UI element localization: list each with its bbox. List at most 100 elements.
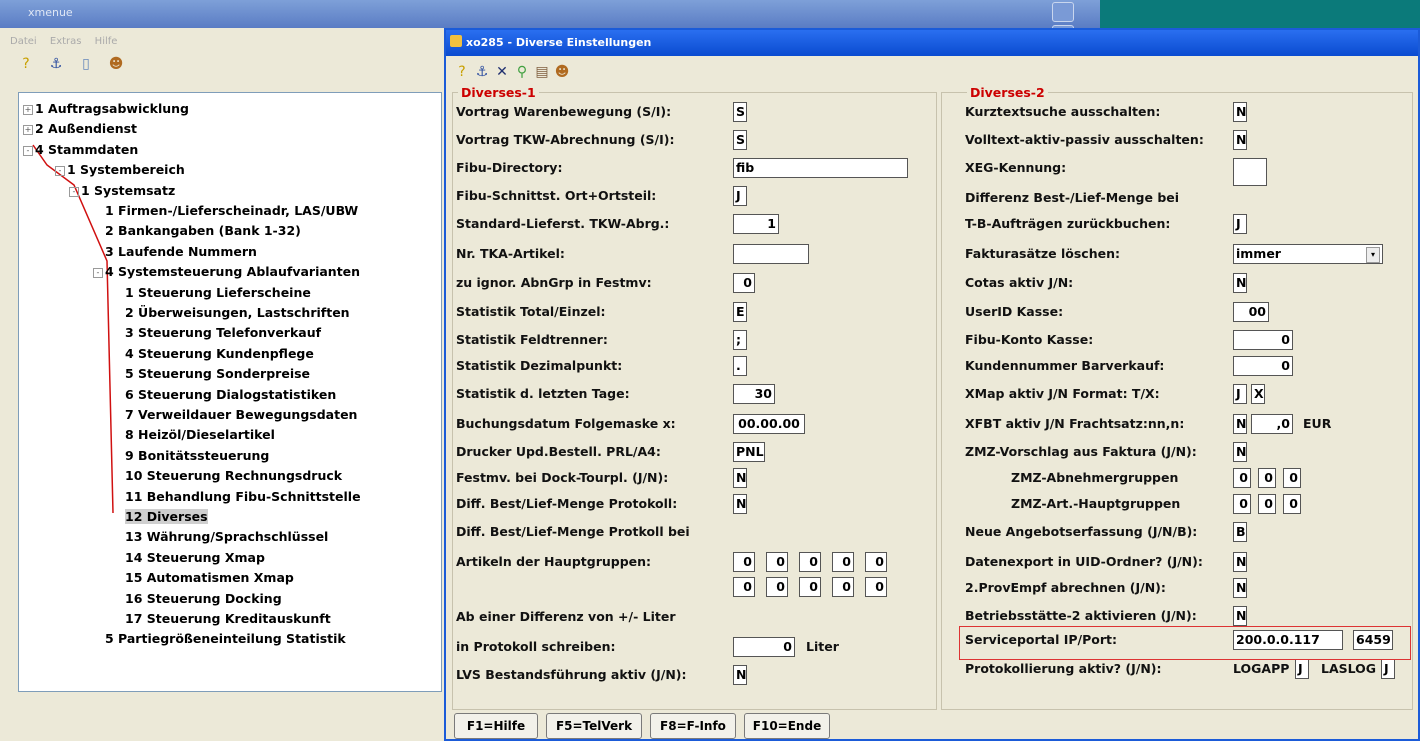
hauptgruppe-field[interactable]: 0 [766,552,788,572]
tree-item[interactable]: 2 Außendienst [35,121,137,136]
group1-field[interactable]: fib [733,158,908,178]
help-icon[interactable]: ? [18,56,34,72]
tree-item[interactable]: 14 Steuerung Xmap [125,550,265,565]
hauptgruppe-field[interactable]: 0 [799,552,821,572]
anchor-icon[interactable]: ⚓ [48,56,64,72]
group1-field[interactable]: S [733,102,747,122]
hauptgruppe-field[interactable]: 0 [733,552,755,572]
zmz-field[interactable]: 0 [1233,468,1251,488]
tree-item[interactable]: 10 Steuerung Rechnungsdruck [125,468,342,483]
group2-field[interactable]: N [1233,102,1247,122]
group1-field[interactable]: PNL [733,442,765,462]
tree-item[interactable]: 2 Bankangaben (Bank 1-32) [105,223,301,238]
tree-item[interactable]: 7 Verweildauer Bewegungsdaten [125,407,357,422]
menu-help[interactable]: Hilfe [95,36,118,47]
hauptgruppe-field[interactable]: 0 [832,552,854,572]
group2-field[interactable]: N [1233,606,1247,626]
menu-file[interactable]: Datei [10,36,37,47]
group2-field[interactable]: 00 [1233,302,1269,322]
tree-item[interactable]: 5 Partiegrößeneinteilung Statistik [105,631,346,646]
group2-field[interactable]: 0 [1233,330,1293,350]
group2-field[interactable]: N [1233,442,1247,462]
group1-field[interactable] [733,244,809,264]
tree-item[interactable]: 4 Systemsteuerung Ablaufvarianten [105,264,360,279]
help-button[interactable]: F1=Hilfe [454,713,538,739]
tree-item[interactable]: 1 Firmen-/Lieferscheinadr, LAS/UBW [105,203,358,218]
logapp-field[interactable]: J [1295,659,1309,679]
tree-item[interactable]: 1 Systembereich [67,162,185,177]
tree-toggle-icon[interactable]: - [69,186,79,197]
tree-item[interactable]: 8 Heizöl/Dieselartikel [125,427,275,442]
tree-item[interactable]: 6 Steuerung Dialogstatistiken [125,387,336,402]
zmz-field[interactable]: 0 [1258,468,1276,488]
group1-field[interactable]: 30 [733,384,775,404]
group1-field[interactable]: J [733,186,747,206]
telverk-button[interactable]: F5=TelVerk [546,713,642,739]
group1-field[interactable]: S [733,130,747,150]
document-icon[interactable]: ▯ [78,56,94,72]
end-button[interactable]: F10=Ende [744,713,830,739]
people-icon[interactable]: ☻ [554,64,570,80]
tree-item[interactable]: 3 Laufende Nummern [105,244,257,259]
finfo-button[interactable]: F8=F-Info [650,713,736,739]
tree-item[interactable]: 5 Steuerung Sonderpreise [125,366,310,381]
tree-item[interactable]: 4 Stammdaten [35,142,138,157]
group1-field[interactable]: E [733,302,747,322]
tree-item[interactable]: 13 Währung/Sprachschlüssel [125,529,328,544]
tree-toggle-icon[interactable]: - [23,145,33,156]
group2-field[interactable]: N [1233,130,1247,150]
group2-field[interactable]: N [1233,552,1247,572]
hauptgruppe-field[interactable]: 0 [799,577,821,597]
tree-item[interactable]: 15 Automatismen Xmap [125,570,294,585]
group1-field[interactable]: 0 [733,637,795,657]
tree-item[interactable]: 2 Überweisungen, Lastschriften [125,305,350,320]
group2-field[interactable] [1233,158,1267,186]
zmz-field[interactable]: 0 [1233,494,1251,514]
people-icon[interactable]: ☻ [108,56,124,72]
hauptgruppe-field[interactable]: 0 [865,552,887,572]
tree-item[interactable]: 1 Systemsatz [81,183,175,198]
tree-toggle-icon[interactable]: + [23,125,33,136]
help-icon[interactable]: ? [454,64,470,80]
tree-item[interactable]: 3 Steuerung Telefonverkauf [125,325,321,340]
group2-field[interactable]: N [1233,273,1247,293]
tree-item[interactable]: 17 Steuerung Kreditauskunft [125,611,331,626]
menu-extras[interactable]: Extras [50,36,82,47]
tree-item[interactable]: 12 Diverses [125,509,208,524]
hauptgruppe-field[interactable]: 0 [733,577,755,597]
tree-item[interactable]: 1 Steuerung Lieferscheine [125,285,311,300]
group2-field[interactable]: X [1251,384,1265,404]
tree-item[interactable]: 11 Behandlung Fibu-Schnittstelle [125,489,361,504]
delete-icon[interactable]: ✕ [494,64,510,80]
anchor-icon[interactable]: ⚓ [474,64,490,80]
group1-field[interactable]: N [733,494,747,514]
zmz-field[interactable]: 0 [1258,494,1276,514]
hauptgruppe-field[interactable]: 0 [832,577,854,597]
group1-field[interactable]: 1 [733,214,779,234]
zmz-field[interactable]: 0 [1283,494,1301,514]
group1-field[interactable]: N [733,665,747,685]
laslog-field[interactable]: J [1381,659,1395,679]
search-icon[interactable]: ⚲ [514,64,530,80]
hauptgruppe-field[interactable]: 0 [865,577,887,597]
group2-field[interactable]: J [1233,214,1247,234]
hauptgruppe-field[interactable]: 0 [766,577,788,597]
group1-field[interactable]: N [733,468,747,488]
group2-field[interactable]: 0 [1233,356,1293,376]
tree-toggle-icon[interactable]: + [23,105,33,115]
tree-toggle-icon[interactable]: - [93,268,103,279]
group2-field[interactable]: N [1233,414,1247,434]
tree-item[interactable]: 16 Steuerung Docking [125,591,282,606]
tree-item[interactable]: 4 Steuerung Kundenpflege [125,346,314,361]
group1-field[interactable]: 00.00.00 [733,414,805,434]
print-icon[interactable]: ▤ [534,64,550,80]
group2-field[interactable]: N [1233,578,1247,598]
group1-field[interactable]: 0 [733,273,755,293]
group2-field[interactable]: J [1233,384,1247,404]
group2-field[interactable]: ,0 [1251,414,1293,434]
group2-field[interactable]: B [1233,522,1247,542]
zmz-field[interactable]: 0 [1283,468,1301,488]
group1-field[interactable]: ; [733,330,747,350]
tree-item[interactable]: 1 Auftragsabwicklung [35,101,189,116]
tree-toggle-icon[interactable]: - [55,166,65,177]
